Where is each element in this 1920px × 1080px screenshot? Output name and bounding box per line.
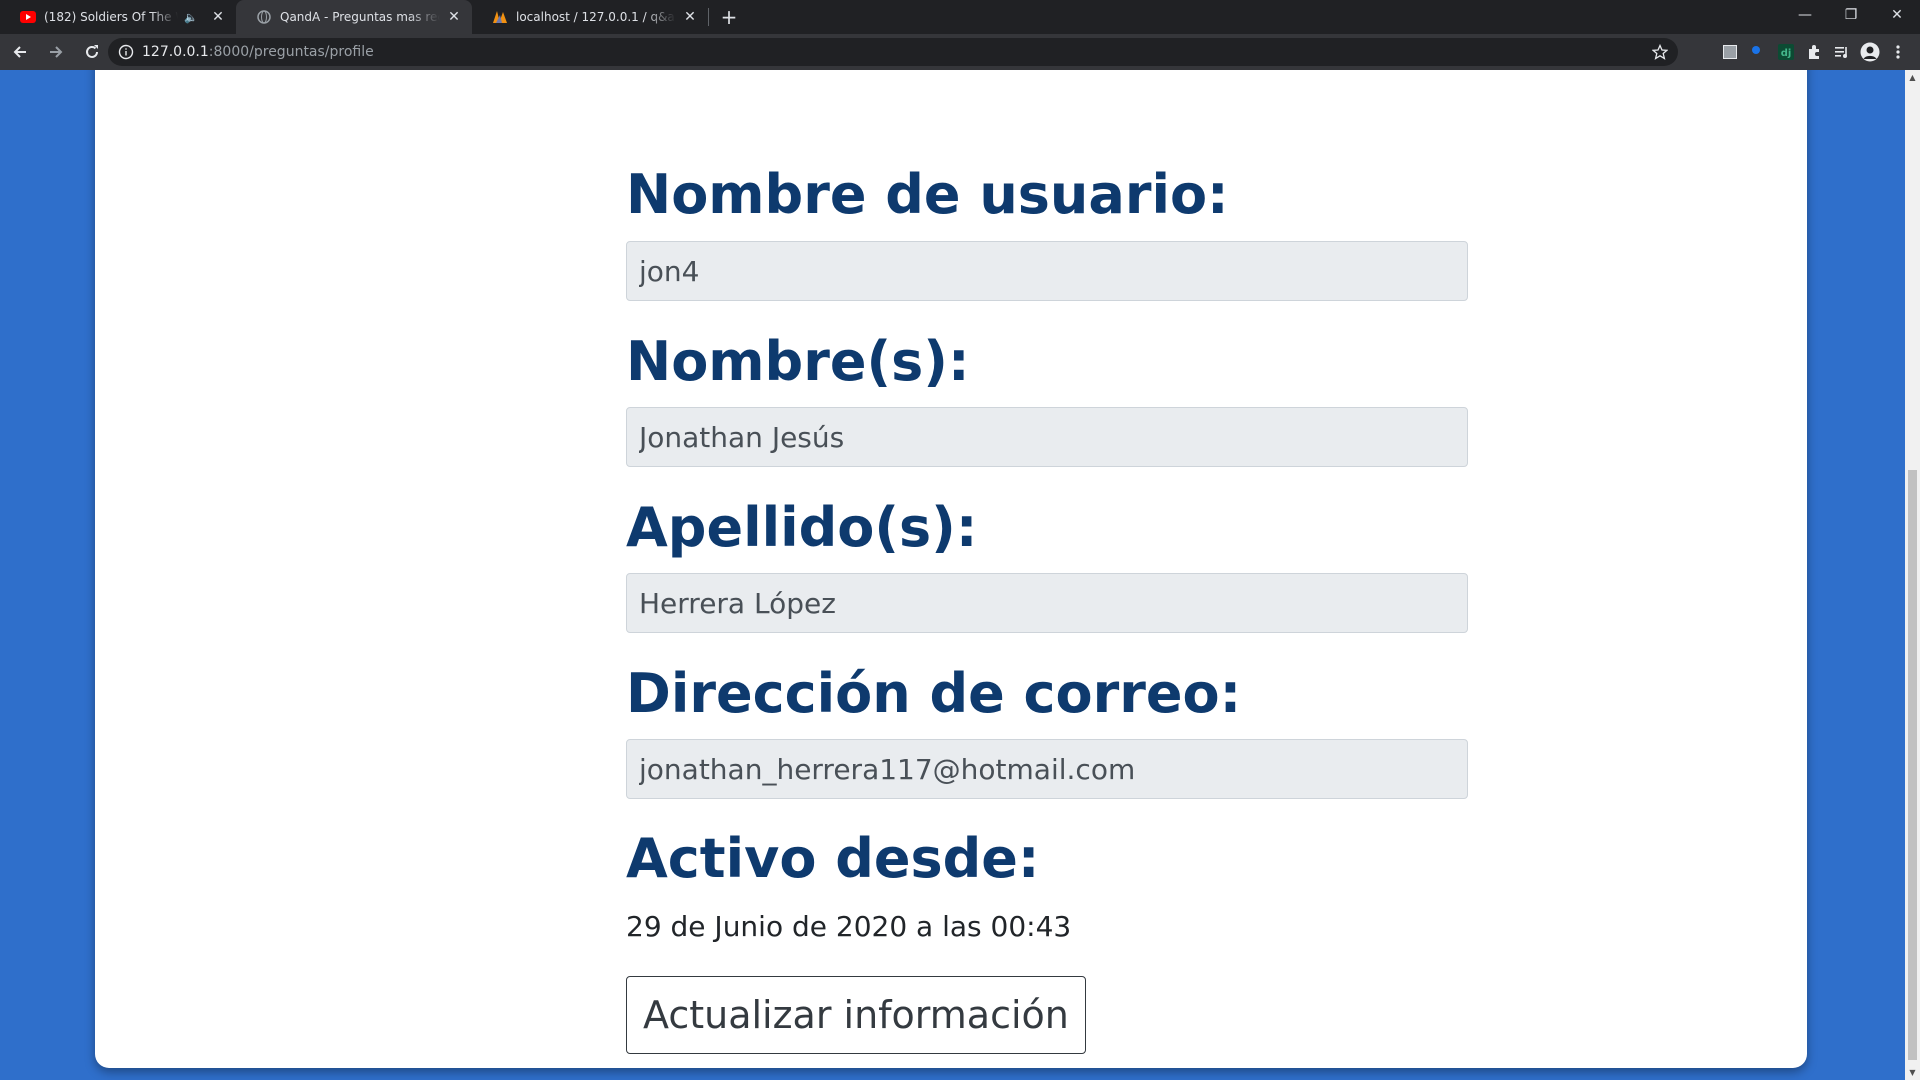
new-tab-button[interactable]: + — [715, 3, 743, 31]
extension-dot-icon[interactable] — [1744, 38, 1772, 66]
tab-phpmyadmin[interactable]: localhost / 127.0.0.1 / q&a / usua ✕ — [472, 0, 708, 34]
first-name-field[interactable] — [626, 407, 1468, 467]
star-icon[interactable] — [1652, 44, 1668, 60]
active-since-label: Activo desde: — [626, 827, 1040, 890]
media-queue-icon[interactable] — [1828, 38, 1856, 66]
tab-youtube[interactable]: (182) Soldiers Of The Wastel 🔈 ✕ — [0, 0, 236, 34]
close-icon[interactable]: ✕ — [446, 9, 462, 25]
globe-icon — [256, 9, 272, 25]
tab-separator — [708, 8, 709, 26]
arrow-right-icon — [50, 46, 63, 58]
profile-card: Nombre de usuario: Nombre(s): Apellido(s… — [95, 70, 1807, 1068]
extensions-area: dj — [1716, 36, 1912, 68]
tab-strip: (182) Soldiers Of The Wastel 🔈 ✕ QandA -… — [0, 0, 1920, 34]
address-bar[interactable]: 127.0.0.1:8000/preguntas/profile — [108, 38, 1678, 66]
youtube-icon — [20, 9, 36, 25]
django-extension-icon[interactable]: dj — [1772, 38, 1800, 66]
last-name-field[interactable] — [626, 573, 1468, 633]
url-path: :8000/preguntas/profile — [208, 44, 374, 60]
tab-title: localhost / 127.0.0.1 / q&a / usua — [516, 10, 676, 24]
first-name-label: Nombre(s): — [626, 330, 970, 393]
close-icon[interactable]: ✕ — [682, 9, 698, 25]
info-icon — [118, 44, 134, 60]
tab-title: QandA - Preguntas mas reciente — [280, 10, 440, 24]
browser-toolbar: 127.0.0.1:8000/preguntas/profile dj — [0, 34, 1920, 70]
extension-square-icon[interactable] — [1716, 38, 1744, 66]
active-since-value: 29 de Junio de 2020 a las 00:43 — [626, 910, 1072, 943]
scrollbar-thumb[interactable] — [1908, 470, 1917, 1060]
close-window-button[interactable]: ✕ — [1874, 0, 1920, 30]
menu-kebab-icon[interactable] — [1884, 38, 1912, 66]
reload-button[interactable] — [76, 36, 108, 68]
email-label: Dirección de correo: — [626, 662, 1242, 725]
speaker-icon[interactable]: 🔈 — [184, 11, 198, 24]
tab-qanda[interactable]: QandA - Preguntas mas reciente ✕ — [236, 0, 472, 34]
back-button[interactable] — [4, 36, 36, 68]
restore-button[interactable]: ❐ — [1828, 0, 1874, 30]
tab-title: (182) Soldiers Of The Wastel — [44, 10, 178, 24]
username-field[interactable] — [626, 241, 1468, 301]
page-scrollbar[interactable]: ▲ ▼ — [1905, 70, 1920, 1080]
scroll-up-arrow[interactable]: ▲ — [1905, 70, 1920, 85]
username-label: Nombre de usuario: — [626, 163, 1229, 226]
last-name-label: Apellido(s): — [626, 496, 978, 559]
minimize-button[interactable]: — — [1782, 0, 1828, 30]
page-viewport: Nombre de usuario: Nombre(s): Apellido(s… — [0, 70, 1905, 1080]
window-controls: — ❐ ✕ — [1782, 0, 1920, 30]
avatar[interactable] — [1856, 38, 1884, 66]
forward-button[interactable] — [40, 36, 72, 68]
close-icon[interactable]: ✕ — [210, 9, 226, 25]
email-field[interactable] — [626, 739, 1468, 799]
url-host: 127.0.0.1 — [142, 44, 209, 60]
phpmyadmin-icon — [492, 9, 508, 25]
svg-text:dj: dj — [1781, 48, 1792, 59]
update-info-button[interactable]: Actualizar información — [626, 976, 1086, 1054]
reload-icon — [86, 45, 98, 58]
scroll-down-arrow[interactable]: ▼ — [1905, 1065, 1920, 1080]
puzzle-icon[interactable] — [1800, 38, 1828, 66]
arrow-left-icon — [13, 46, 26, 58]
